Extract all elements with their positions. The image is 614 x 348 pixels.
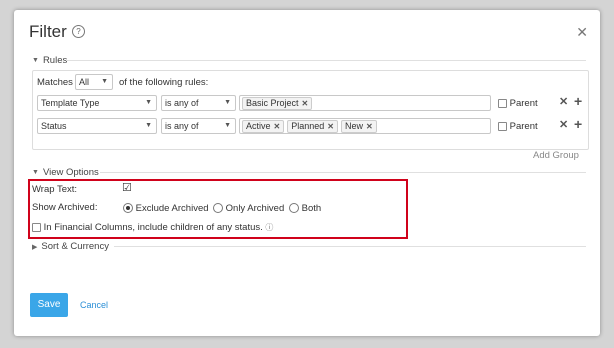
rule-operator-select[interactable]: is any of ▼ (161, 95, 236, 111)
matches-select[interactable]: All ▼ (75, 74, 113, 90)
wrap-text-checkbox[interactable]: ☑ (122, 181, 132, 194)
radio-only-archived[interactable]: Only Archived (213, 203, 284, 214)
add-group-link[interactable]: Add Group (533, 150, 579, 161)
filter-dialog: Filter ? ✕ ▼ Rules Matches All ▼ of the … (14, 10, 600, 336)
cancel-button[interactable]: Cancel (80, 300, 108, 310)
close-icon[interactable]: ✕ (576, 24, 588, 41)
view-options-section-toggle[interactable]: ▼ View Options (32, 167, 99, 178)
triangle-down-icon: ▼ (32, 57, 39, 64)
parent-checkbox[interactable] (498, 121, 507, 131)
remove-tag-icon[interactable]: ✕ (302, 98, 309, 109)
matches-suffix: of the following rules: (119, 77, 209, 88)
remove-rule-icon[interactable]: ✕ (559, 95, 568, 108)
show-archived-label: Show Archived: (32, 202, 98, 213)
divider (100, 172, 586, 173)
help-icon[interactable]: ? (72, 25, 85, 38)
caret-down-icon: ▼ (101, 78, 108, 85)
rule-operator-value: is any of (165, 121, 199, 131)
add-rule-icon[interactable]: + (574, 93, 582, 109)
remove-tag-icon[interactable]: ✕ (366, 121, 373, 132)
value-tag[interactable]: New ✕ (340, 119, 377, 133)
parent-checkbox[interactable] (498, 98, 507, 108)
remove-rule-icon[interactable]: ✕ (559, 118, 568, 131)
rules-box: Matches All ▼ of the following rules: Te… (32, 70, 589, 150)
parent-option[interactable]: Parent (498, 98, 538, 109)
value-tag[interactable]: Planned ✕ (287, 119, 338, 133)
tag-label: Basic Project (246, 97, 299, 108)
rule-values-input[interactable]: Basic Project ✕ (239, 95, 491, 111)
radio-label: Exclude Archived (135, 203, 209, 214)
radio-selected-icon[interactable] (123, 203, 133, 214)
caret-down-icon: ▼ (224, 122, 231, 129)
triangle-down-icon: ▼ (32, 169, 39, 176)
radio-label: Both (301, 203, 322, 214)
remove-tag-icon[interactable]: ✕ (327, 121, 334, 132)
radio-icon[interactable] (213, 203, 223, 214)
add-rule-icon[interactable]: + (574, 116, 582, 132)
radio-label: Only Archived (225, 203, 285, 214)
radio-icon[interactable] (289, 203, 299, 214)
value-tag[interactable]: Active ✕ (242, 119, 285, 133)
rules-section-label: Rules (42, 55, 68, 66)
rule-operator-select[interactable]: is any of ▼ (161, 118, 236, 134)
financial-option[interactable]: In Financial Columns, include children o… (32, 222, 273, 233)
financial-checkbox[interactable] (32, 222, 41, 232)
matches-label: Matches (37, 77, 73, 88)
caret-down-icon: ▼ (145, 99, 152, 106)
radio-both[interactable]: Both (289, 203, 321, 214)
caret-down-icon: ▼ (145, 122, 152, 129)
rule-field-value: Template Type (41, 98, 100, 108)
caret-down-icon: ▼ (224, 99, 231, 106)
dialog-title: Filter (29, 22, 67, 41)
tag-label: Planned (291, 120, 325, 131)
radio-exclude-archived[interactable]: Exclude Archived (123, 203, 209, 214)
rule-operator-value: is any of (165, 98, 199, 108)
view-options-label: View Options (42, 167, 99, 178)
parent-label: Parent (509, 121, 538, 132)
rule-field-value: Status (41, 121, 67, 131)
tag-label: New (344, 120, 363, 131)
matches-value: All (79, 77, 90, 87)
save-button[interactable]: Save (30, 293, 68, 317)
financial-label: In Financial Columns, include children o… (43, 222, 263, 233)
rule-values-input[interactable]: Active ✕ Planned ✕ New ✕ (239, 118, 491, 134)
parent-option[interactable]: Parent (498, 121, 538, 132)
triangle-right-icon: ▶ (32, 243, 38, 251)
parent-label: Parent (509, 98, 538, 109)
value-tag[interactable]: Basic Project ✕ (242, 96, 313, 110)
remove-tag-icon[interactable]: ✕ (274, 121, 281, 132)
tag-label: Active (246, 120, 271, 131)
divider (114, 246, 586, 247)
rule-field-select[interactable]: Status ▼ (37, 118, 157, 134)
sort-currency-section-toggle[interactable]: ▶ Sort & Currency (32, 241, 109, 252)
divider (66, 60, 586, 61)
rule-field-select[interactable]: Template Type ▼ (37, 95, 157, 111)
wrap-text-label: Wrap Text: (32, 184, 78, 195)
rules-section-toggle[interactable]: ▼ Rules (32, 55, 67, 66)
info-icon[interactable]: ⓘ (265, 223, 273, 232)
sort-currency-label: Sort & Currency (41, 241, 109, 252)
